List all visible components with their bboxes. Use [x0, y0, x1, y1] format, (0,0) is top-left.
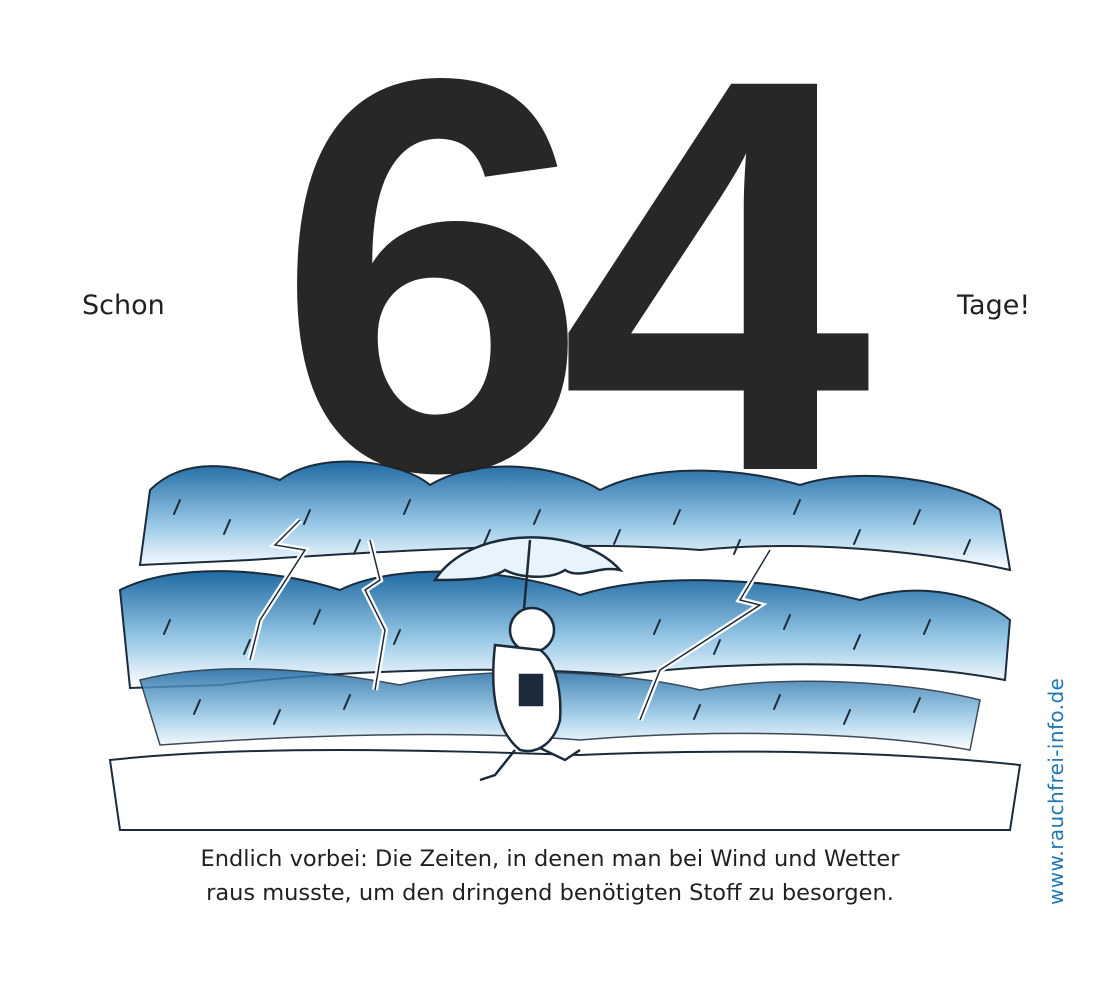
caption-line-1: Endlich vorbei: Die Zeiten, in denen man… [200, 846, 900, 872]
counter-suffix: Tage! [957, 290, 1031, 321]
website-link[interactable]: www.rauchfrei-info.de [1044, 678, 1068, 905]
days-counter-number: 64 [276, 0, 872, 588]
ground [108, 749, 1022, 831]
caption-line-2: raus musste, um den dringend benötigten … [206, 880, 894, 906]
counter-prefix: Schon [82, 290, 165, 321]
caption: Endlich vorbei: Die Zeiten, in denen man… [150, 842, 950, 910]
